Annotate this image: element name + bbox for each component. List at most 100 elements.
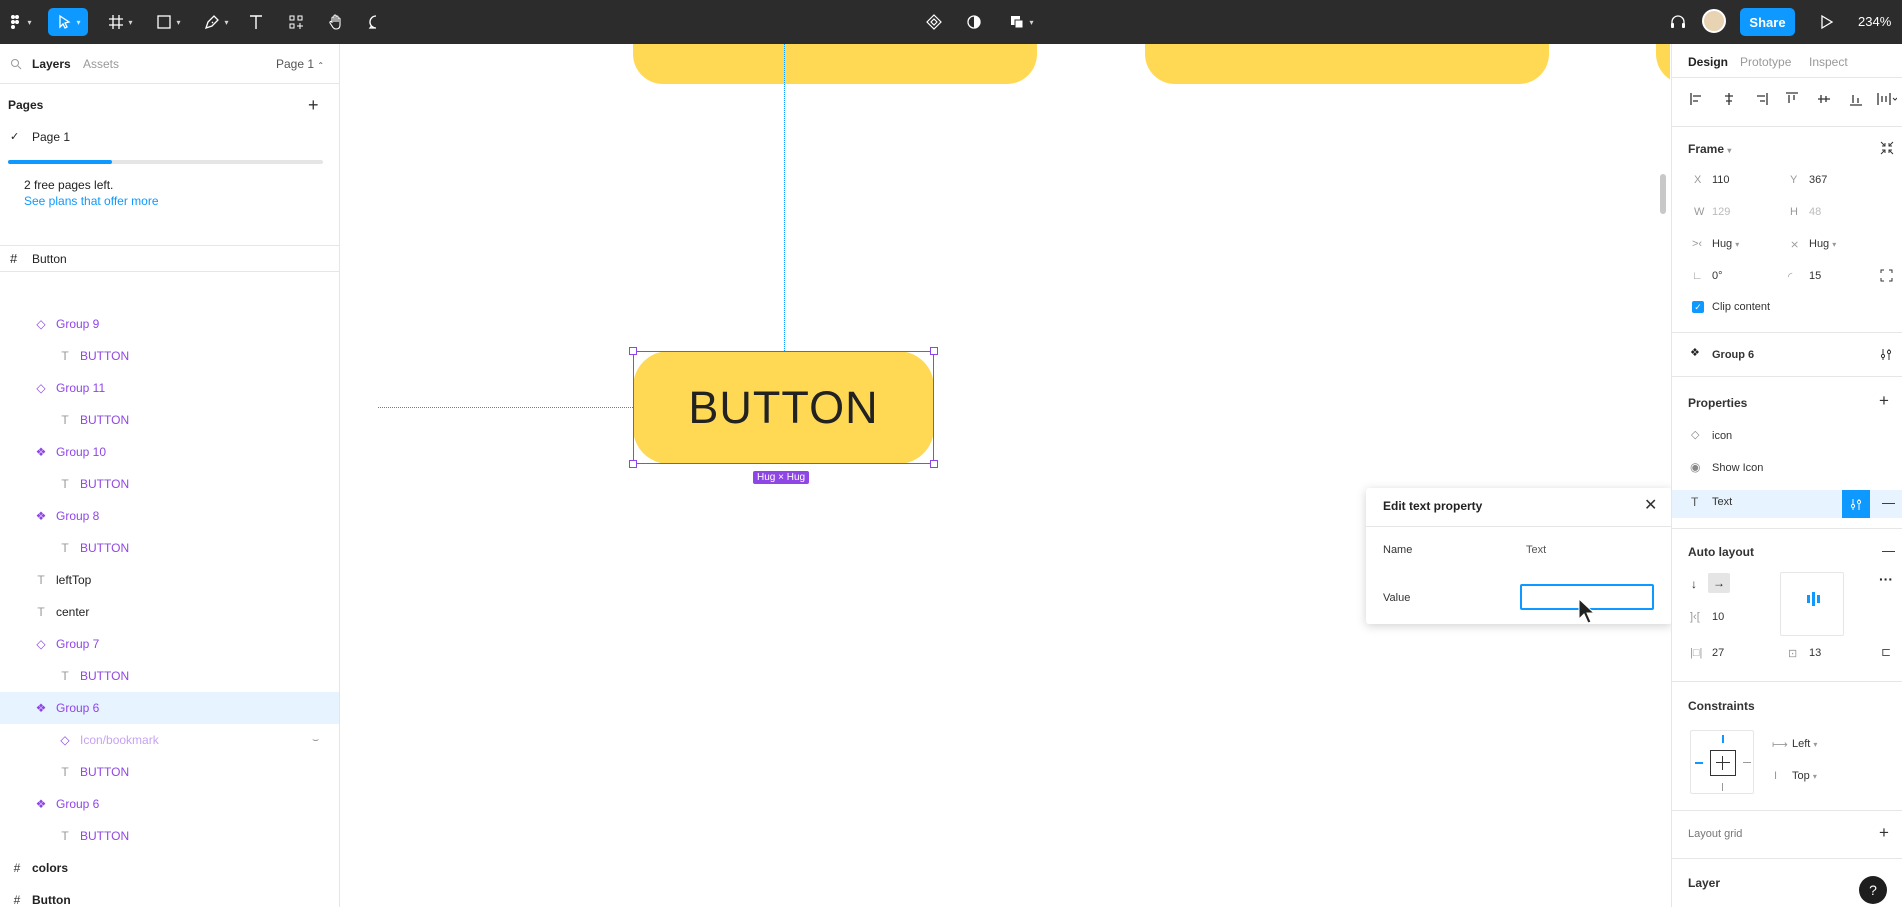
arrow-right-icon[interactable]: → — [1708, 573, 1730, 593]
collapse-icon[interactable] — [1880, 141, 1894, 155]
tab-design[interactable]: Design — [1688, 55, 1728, 69]
align-top-icon[interactable] — [1785, 92, 1799, 106]
layer-row[interactable]: T BUTTON — [0, 468, 339, 500]
shape-tool-button[interactable]: ▾ — [148, 8, 188, 36]
main-menu-button[interactable]: ▾ — [4, 8, 34, 36]
user-avatar[interactable] — [1702, 9, 1726, 33]
resize-handle[interactable] — [629, 460, 637, 468]
resize-handle[interactable] — [930, 460, 938, 468]
rotation-input[interactable]: 0° — [1712, 270, 1723, 282]
add-property-icon[interactable]: + — [1879, 391, 1889, 411]
hidden-eye-icon[interactable]: ⌣ — [312, 734, 319, 747]
distribute-icon[interactable] — [1877, 92, 1897, 106]
resize-handle[interactable] — [629, 347, 637, 355]
pen-tool-button[interactable]: ▾ — [196, 8, 236, 36]
frame-header[interactable]: # Button — [0, 246, 339, 272]
frame-label[interactable]: Frame ▾ — [1688, 142, 1731, 156]
frame-tool-button[interactable]: ▾ — [100, 8, 140, 36]
property-show-icon[interactable]: Show Icon — [1712, 462, 1763, 474]
page-item[interactable]: ✓ Page 1 — [0, 124, 339, 152]
resize-handle[interactable] — [930, 347, 938, 355]
layer-row[interactable]: ◇ Group 11 — [0, 372, 339, 404]
hug-horizontal-select[interactable]: Hug ▾ — [1712, 238, 1739, 250]
property-settings-button[interactable] — [1842, 490, 1870, 518]
zoom-level[interactable]: 234% — [1858, 14, 1891, 29]
name-value[interactable]: Text — [1526, 544, 1546, 556]
layer-row[interactable]: TleftTop — [0, 564, 339, 596]
align-right-icon[interactable] — [1754, 92, 1768, 106]
layer-row[interactable]: ◇ Group 7 — [0, 628, 339, 660]
comment-tool-button[interactable] — [364, 8, 388, 36]
layer-row[interactable]: ❖ Group 10 — [0, 436, 339, 468]
layer-row[interactable]: Tcenter — [0, 596, 339, 628]
canvas-button-instance[interactable] — [633, 44, 1037, 84]
resources-button[interactable] — [284, 8, 308, 36]
layer-row[interactable]: ◇ Icon/bookmark ⌣ — [0, 724, 339, 756]
component-settings-icon[interactable] — [1880, 348, 1893, 361]
corner-radius-input[interactable]: 15 — [1809, 270, 1821, 282]
x-input[interactable]: 110 — [1712, 174, 1730, 186]
tab-layers[interactable]: Layers — [32, 57, 71, 71]
mask-tool-button[interactable] — [962, 8, 986, 36]
layer-row[interactable]: T BUTTON — [0, 756, 339, 788]
tab-inspect[interactable]: Inspect — [1809, 55, 1848, 69]
hand-tool-button[interactable] — [324, 8, 348, 36]
see-plans-link[interactable]: See plans that offer more — [24, 194, 159, 208]
hug-vertical-select[interactable]: Hug ▾ — [1809, 238, 1836, 250]
layer-row[interactable]: # colors — [0, 852, 339, 884]
add-layout-grid-icon[interactable]: + — [1879, 823, 1889, 843]
align-bottom-icon[interactable] — [1849, 92, 1863, 106]
search-icon[interactable] — [10, 58, 22, 70]
page-selector[interactable]: Page 1 ⌃ — [276, 57, 324, 71]
layer-row[interactable]: ◇ Group 9 — [0, 308, 339, 340]
help-button[interactable]: ? — [1859, 876, 1887, 904]
align-center-v-icon[interactable] — [1817, 92, 1831, 106]
clip-content-checkbox[interactable]: ✓ — [1692, 301, 1704, 313]
vertical-constraint-select[interactable]: Top ▾ — [1792, 770, 1817, 782]
padding-h-input[interactable]: 27 — [1712, 647, 1724, 659]
layer-row[interactable]: T BUTTON — [0, 532, 339, 564]
boolean-tool-button[interactable]: ▾ — [1002, 8, 1040, 36]
layer-row[interactable]: ❖ Group 6 — [0, 692, 339, 724]
spacing-input[interactable]: 10 — [1712, 611, 1724, 623]
layer-row[interactable]: ❖ Group 8 — [0, 500, 339, 532]
padding-v-input[interactable]: 13 — [1809, 647, 1821, 659]
align-center-h-icon[interactable] — [1722, 92, 1736, 106]
align-left-icon[interactable] — [1690, 92, 1704, 106]
remove-property-icon[interactable]: — — [1882, 495, 1895, 510]
text-tool-button[interactable] — [244, 8, 268, 36]
component-name[interactable]: Group 6 — [1712, 349, 1754, 361]
remove-auto-layout-icon[interactable]: — — [1882, 543, 1895, 558]
layer-row[interactable]: T BUTTON — [0, 660, 339, 692]
constraints-widget[interactable] — [1690, 730, 1754, 794]
y-input[interactable]: 367 — [1809, 174, 1827, 186]
move-tool-button[interactable]: ▾ — [48, 8, 88, 36]
independent-corners-icon[interactable] — [1880, 269, 1893, 282]
arrow-down-icon[interactable]: ↓ — [1691, 577, 1697, 591]
property-text[interactable]: Text — [1712, 496, 1732, 508]
alignment-grid[interactable] — [1780, 572, 1844, 636]
canvas-button-instance[interactable] — [1656, 44, 1670, 84]
component-tool-button[interactable] — [922, 8, 946, 36]
share-button[interactable]: Share — [1740, 8, 1795, 36]
close-icon[interactable]: ✕ — [1644, 495, 1657, 515]
canvas[interactable]: BUTTON Hug × Hug — [340, 44, 1670, 907]
h-input[interactable]: 48 — [1809, 206, 1821, 218]
layer-row[interactable]: T BUTTON — [0, 820, 339, 852]
horizontal-constraint-select[interactable]: Left ▾ — [1792, 738, 1817, 750]
tab-prototype[interactable]: Prototype — [1740, 55, 1791, 69]
canvas-button-instance[interactable] — [1145, 44, 1549, 84]
more-options-icon[interactable]: ··· — [1879, 571, 1893, 587]
layer-row[interactable]: T BUTTON — [0, 340, 339, 372]
present-button[interactable] — [1814, 8, 1838, 36]
individual-padding-icon[interactable]: ⊏ — [1881, 645, 1891, 659]
w-input[interactable]: 129 — [1712, 206, 1730, 218]
layer-row[interactable]: # Button — [0, 884, 339, 907]
tab-assets[interactable]: Assets — [83, 57, 119, 71]
layer-row[interactable]: T BUTTON — [0, 404, 339, 436]
layer-row[interactable]: ❖ Group 6 — [0, 788, 339, 820]
audio-button[interactable] — [1666, 8, 1690, 36]
canvas-scrollbar[interactable] — [1660, 174, 1666, 214]
add-page-icon[interactable]: + — [308, 96, 319, 114]
property-icon[interactable]: icon — [1712, 430, 1732, 442]
